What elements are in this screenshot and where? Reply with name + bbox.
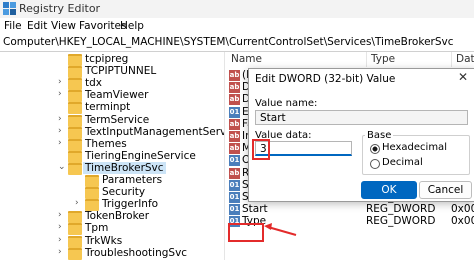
tree-item-label: TeamViewer [85,89,149,102]
tree-item-label: TrkWks [85,234,123,247]
tree-item-label: TokenBroker [85,210,150,223]
tree-item-label: tcpipreg [85,53,129,65]
chevron-right-icon[interactable]: › [58,77,62,87]
decimal-label: Decimal [382,157,423,168]
folder-icon [85,187,99,200]
decimal-radio[interactable] [370,159,380,169]
tree-item-label: TermService [85,113,150,126]
registry-tree: tcpipreg TCPIPTUNNEL › tdx › TeamViewer termin… [0,52,224,260]
chevron-right-icon[interactable]: › [58,114,62,124]
registry-editor-icon [3,2,16,15]
value-name-field[interactable]: Start [255,110,468,125]
chevron-right-icon[interactable]: › [58,235,62,245]
value-data: 0x000 [451,203,474,216]
chevron-right-icon[interactable]: › [58,222,62,232]
folder-icon [68,66,82,79]
folder-icon [68,114,82,127]
tree-item-label: TimeBrokerSvc [83,161,166,174]
folder-icon [68,247,82,260]
menu-bar: File Edit View Favorites Help [0,18,474,35]
address-path[interactable]: Computer\HKEY_LOCAL_MACHINE\SYSTEM\Curre… [3,36,454,48]
tree-item-label: Themes [85,137,127,150]
folder-icon [68,126,82,139]
base-label: Base [365,130,394,141]
title-bar: Registry Editor [0,0,474,18]
folder-icon [68,211,82,224]
value-data-highlight [252,139,270,160]
chevron-right-icon[interactable]: › [58,247,62,257]
tree-item-label: terminpt [85,101,131,114]
dialog-title: Edit DWORD (32-bit) Value [255,73,396,85]
folder-icon [68,162,82,175]
folder-icon [68,78,82,91]
chevron-down-icon[interactable]: ⌄ [58,162,66,172]
chevron-right-icon[interactable]: › [58,89,62,99]
menu-view[interactable]: View [51,20,76,32]
tree-item-label: TieringEngineService [85,149,196,162]
folder-icon [68,223,82,236]
start-row-highlight [228,223,264,242]
pointer-arrow-icon [264,223,297,236]
tree-item-label: TroubleshootingSvc [85,246,188,259]
value-type: REG_DWORD [366,215,436,228]
tree-item-label: Parameters [102,174,163,186]
value-name: Start [242,203,268,216]
window-title: Registry Editor [19,2,101,15]
folder-icon [68,90,82,103]
folder-icon [68,150,82,163]
menu-edit[interactable]: Edit [27,20,47,32]
tree-item-label: Tpm [85,222,109,235]
value-name-label: Value name: [255,98,318,109]
folder-icon [68,138,82,151]
hexadecimal-label: Hexadecimal [382,142,447,153]
menu-help[interactable]: Help [120,20,144,32]
close-icon[interactable]: ✕ [455,69,471,85]
tree-item-label: TCPIPTUNNEL [85,65,157,78]
tree-item-label: Security [102,186,146,199]
tree-item-label: tdx [85,77,102,90]
folder-icon [85,175,99,187]
folder-icon [68,235,82,248]
folder-icon [68,54,82,66]
hexadecimal-radio[interactable] [370,144,380,154]
menu-file[interactable]: File [4,20,22,32]
edit-dword-dialog: Edit DWORD (32-bit) Value ✕ Value name: … [248,68,474,202]
column-header-name[interactable]: Name [227,52,367,67]
base-group [362,135,470,175]
chevron-right-icon[interactable]: › [58,138,62,148]
value-type: REG_DWORD [366,203,436,216]
tree-item-label: TextInputManagementService [85,125,224,138]
folder-icon [68,102,82,115]
chevron-right-icon[interactable]: › [58,210,62,220]
value-data: 0x000 [451,215,474,228]
chevron-right-icon[interactable]: › [58,126,62,136]
column-header-data[interactable]: Data [452,52,474,67]
column-header-type[interactable]: Type [367,52,452,67]
address-bar[interactable]: Computer\HKEY_LOCAL_MACHINE\SYSTEM\Curre… [0,35,474,52]
ok-button[interactable]: OK [361,181,417,199]
chevron-right-icon[interactable]: › [75,198,79,208]
tree-item-label: TriggerInfo [102,198,159,211]
cancel-button[interactable]: Cancel [419,181,472,199]
